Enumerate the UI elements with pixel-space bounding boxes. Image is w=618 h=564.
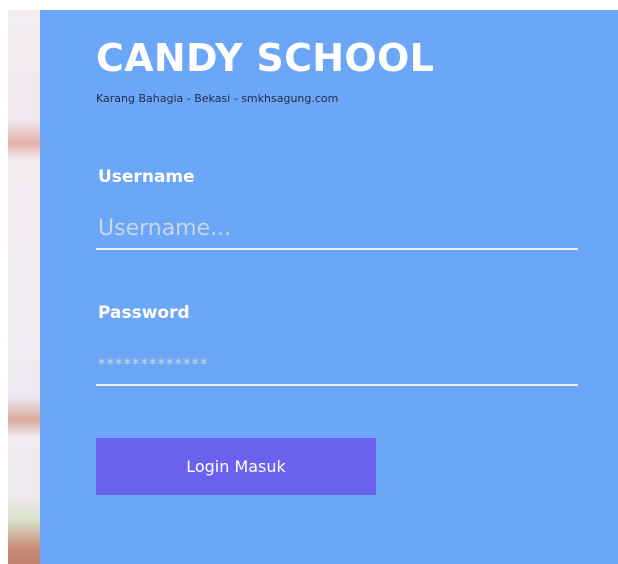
password-input[interactable] xyxy=(96,344,578,386)
username-label: Username xyxy=(98,167,195,187)
login-panel: CANDY SCHOOL Karang Bahagia - Bekasi - s… xyxy=(40,10,618,564)
page-title: CANDY SCHOOL xyxy=(96,36,435,80)
login-screen: CANDY SCHOOL Karang Bahagia - Bekasi - s… xyxy=(0,0,618,564)
username-input[interactable] xyxy=(96,208,578,250)
page-subtitle: Karang Bahagia - Bekasi - smkhsagung.com xyxy=(96,92,339,105)
background-photo xyxy=(8,10,40,564)
login-button[interactable]: Login Masuk xyxy=(96,438,376,495)
password-label: Password xyxy=(98,303,190,323)
